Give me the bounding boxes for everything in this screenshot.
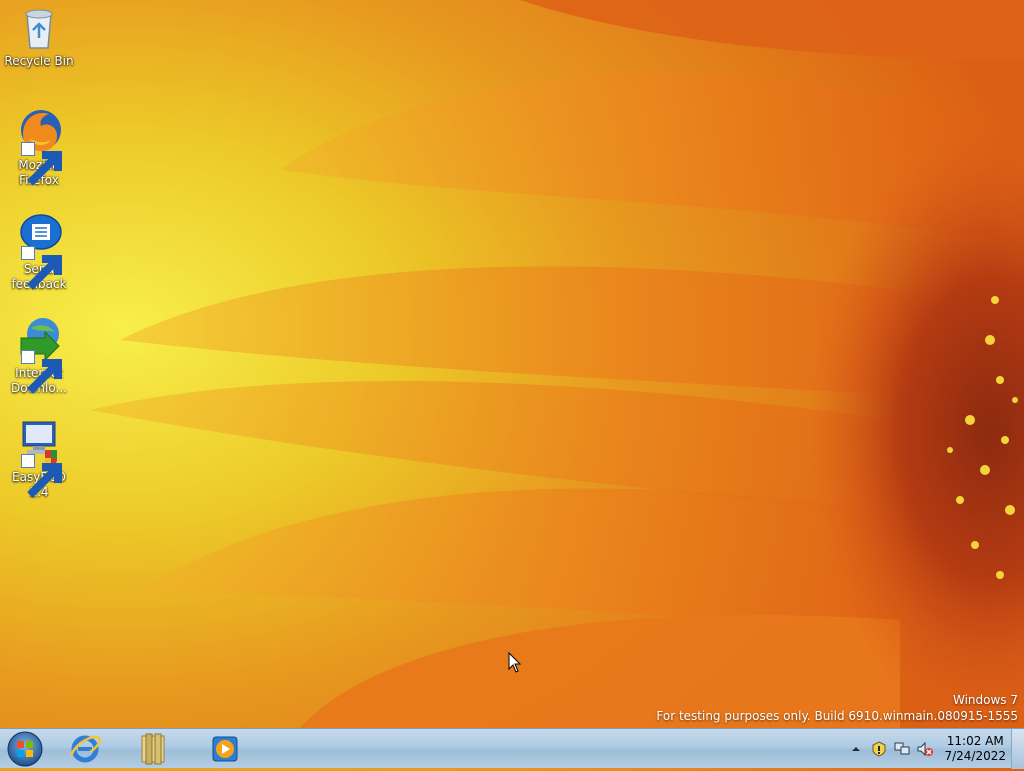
clock-date: 7/24/2022 <box>944 749 1006 763</box>
system-tray: 11:02 AM 7/24/2022 <box>842 729 1006 769</box>
desktop-icon-send-feedback[interactable]: Send feedback <box>4 212 74 292</box>
shortcut-arrow-icon <box>21 454 62 498</box>
clock-time: 11:02 AM <box>946 734 1004 748</box>
taskbar-internet-explorer[interactable] <box>68 732 102 766</box>
show-hidden-icons-icon <box>852 747 861 751</box>
watermark-os-name: Windows 7 <box>952 693 1018 707</box>
taskbar-media-player[interactable] <box>208 732 242 766</box>
show-desktop-button[interactable] <box>1011 729 1024 769</box>
desktop-icon-recycle-bin[interactable]: Recycle Bin <box>4 4 74 69</box>
start-button[interactable] <box>5 731 45 767</box>
action-center-button[interactable] <box>870 740 888 758</box>
desktop-icon-internet-download-manager[interactable]: Internet Downlo... <box>4 316 74 396</box>
shortcut-arrow-icon <box>21 142 62 186</box>
recycle-bin-icon <box>15 4 63 52</box>
desktop-icon-firefox[interactable]: Mozilla Firefox <box>4 108 74 188</box>
internet-download-manager-icon <box>15 316 63 394</box>
mouse-cursor-icon <box>508 651 522 674</box>
shortcut-arrow-icon <box>21 350 62 394</box>
network-icon <box>894 742 910 755</box>
desktop-icon-easybcd[interactable]: EasyBCD 2.4 <box>4 420 74 500</box>
taskbar-clock[interactable]: 11:02 AM 7/24/2022 <box>944 734 1006 764</box>
internet-explorer-icon <box>69 735 101 763</box>
show-hidden-icons-button[interactable] <box>847 740 865 758</box>
build-watermark: Windows 7 For testing purposes only. Bui… <box>656 692 1018 724</box>
desktop-wallpaper <box>0 0 1024 728</box>
volume-muted-icon <box>917 741 934 757</box>
watermark-build-info: For testing purposes only. Build 6910.wi… <box>656 709 1018 723</box>
start-orb-icon <box>7 731 43 767</box>
feedback-icon <box>15 212 63 290</box>
volume-button[interactable] <box>916 740 934 758</box>
easybcd-icon <box>15 420 63 498</box>
desktop-icon-label: Recycle Bin <box>4 54 74 68</box>
firefox-icon <box>15 108 63 186</box>
file-explorer-icon <box>141 733 165 765</box>
action-center-icon <box>872 741 886 757</box>
shortcut-arrow-icon <box>21 246 62 290</box>
taskbar-file-explorer[interactable] <box>136 732 170 766</box>
media-player-icon <box>212 736 238 762</box>
taskbar: 11:02 AM 7/24/2022 <box>0 728 1024 769</box>
network-button[interactable] <box>893 740 911 758</box>
